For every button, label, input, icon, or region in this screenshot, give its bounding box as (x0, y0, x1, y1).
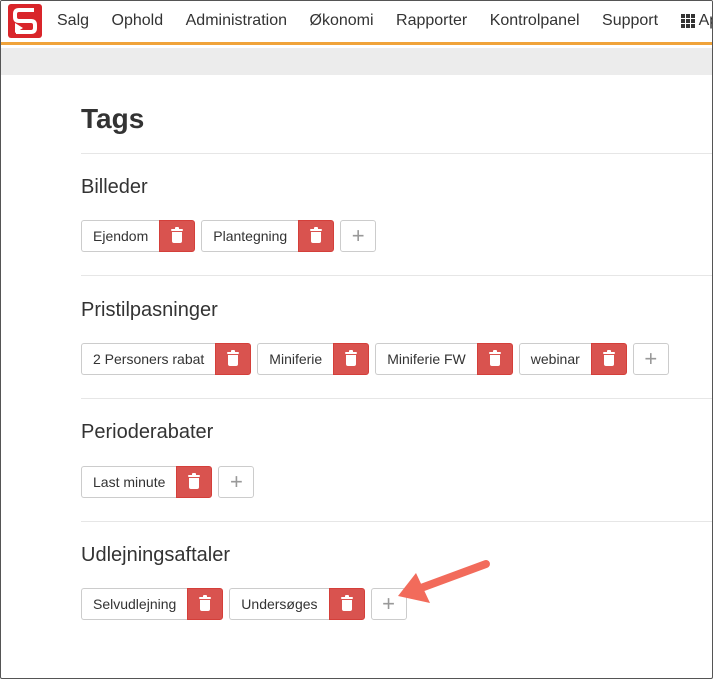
add-tag-button[interactable]: + (340, 220, 377, 252)
tag-label[interactable]: webinar (518, 343, 591, 375)
trash-icon (188, 473, 201, 489)
trash-icon (310, 227, 323, 243)
delete-tag-button[interactable] (176, 466, 213, 498)
trash-icon (199, 595, 212, 611)
tag: webinar (518, 343, 627, 375)
main-nav: Salg Ophold Administration Økonomi Rappo… (57, 1, 712, 41)
delete-tag-button[interactable] (187, 588, 224, 620)
tag: Miniferie (257, 343, 370, 375)
page-title: Tags (81, 103, 145, 134)
divider (81, 521, 712, 522)
tag: Selvudlejning (81, 588, 224, 620)
tag: Last minute (81, 466, 213, 498)
delete-tag-button[interactable] (476, 343, 513, 375)
nav-item-kontrolpanel[interactable]: Kontrolpanel (490, 12, 580, 30)
tag-label[interactable]: Selvudlejning (81, 588, 188, 620)
tag: Ejendom (81, 220, 196, 252)
section-title-pristilpasninger: Pristilpasninger (81, 299, 218, 321)
add-tag-button[interactable]: + (632, 343, 669, 375)
nav-item-apps[interactable]: Apps (680, 12, 712, 30)
trash-icon (488, 350, 501, 366)
tag: Miniferie FW (375, 343, 513, 375)
divider (81, 398, 712, 399)
tag-label[interactable]: Plantegning (201, 220, 299, 252)
delete-tag-button[interactable] (298, 220, 335, 252)
tag-row-billeder: Ejendom Plantegning + (81, 220, 377, 252)
grid-icon (680, 14, 695, 28)
delete-tag-button[interactable] (159, 220, 196, 252)
tag-label[interactable]: Last minute (81, 466, 177, 498)
delete-tag-button[interactable] (328, 588, 365, 620)
delete-tag-button[interactable] (215, 343, 252, 375)
tag-label[interactable]: Ejendom (81, 220, 160, 252)
nav-item-ophold[interactable]: Ophold (112, 12, 164, 30)
tag-row-udlejningsaftaler: Selvudlejning Undersøges + (81, 588, 407, 620)
trash-icon (171, 227, 184, 243)
trash-icon (340, 595, 353, 611)
section-title-perioderabater: Perioderabater (81, 421, 214, 443)
section-title-billeder: Billeder (81, 176, 148, 198)
tag-row-perioderabater: Last minute + (81, 466, 255, 498)
tag-label[interactable]: Undersøges (229, 588, 329, 620)
sub-header-bar (1, 48, 712, 75)
nav-item-rapporter[interactable]: Rapporter (396, 12, 467, 30)
logo-icon[interactable] (8, 4, 42, 38)
nav-item-okonomi[interactable]: Økonomi (310, 12, 374, 30)
nav-item-salg[interactable]: Salg (57, 12, 89, 30)
tag: Undersøges (229, 588, 365, 620)
apps-label: Apps (698, 12, 712, 29)
trash-icon (227, 350, 240, 366)
app-window: Salg Ophold Administration Økonomi Rappo… (0, 0, 713, 679)
divider (81, 153, 712, 154)
delete-tag-button[interactable] (590, 343, 627, 375)
section-title-udlejningsaftaler: Udlejningsaftaler (81, 544, 230, 566)
top-navbar: Salg Ophold Administration Økonomi Rappo… (1, 1, 712, 45)
tag-label[interactable]: Miniferie FW (375, 343, 477, 375)
divider (81, 275, 712, 276)
tag: 2 Personers rabat (81, 343, 252, 375)
tag-label[interactable]: Miniferie (257, 343, 334, 375)
add-tag-button[interactable]: + (218, 466, 255, 498)
trash-icon (602, 350, 615, 366)
tag-label[interactable]: 2 Personers rabat (81, 343, 216, 375)
delete-tag-button[interactable] (333, 343, 370, 375)
trash-icon (345, 350, 358, 366)
annotation-arrow-icon (398, 560, 490, 603)
tag: Plantegning (201, 220, 335, 252)
tag-row-pristilpasninger: 2 Personers rabat Miniferie Miniferie FW… (81, 343, 669, 375)
nav-item-support[interactable]: Support (602, 12, 658, 30)
nav-item-administration[interactable]: Administration (186, 12, 287, 30)
